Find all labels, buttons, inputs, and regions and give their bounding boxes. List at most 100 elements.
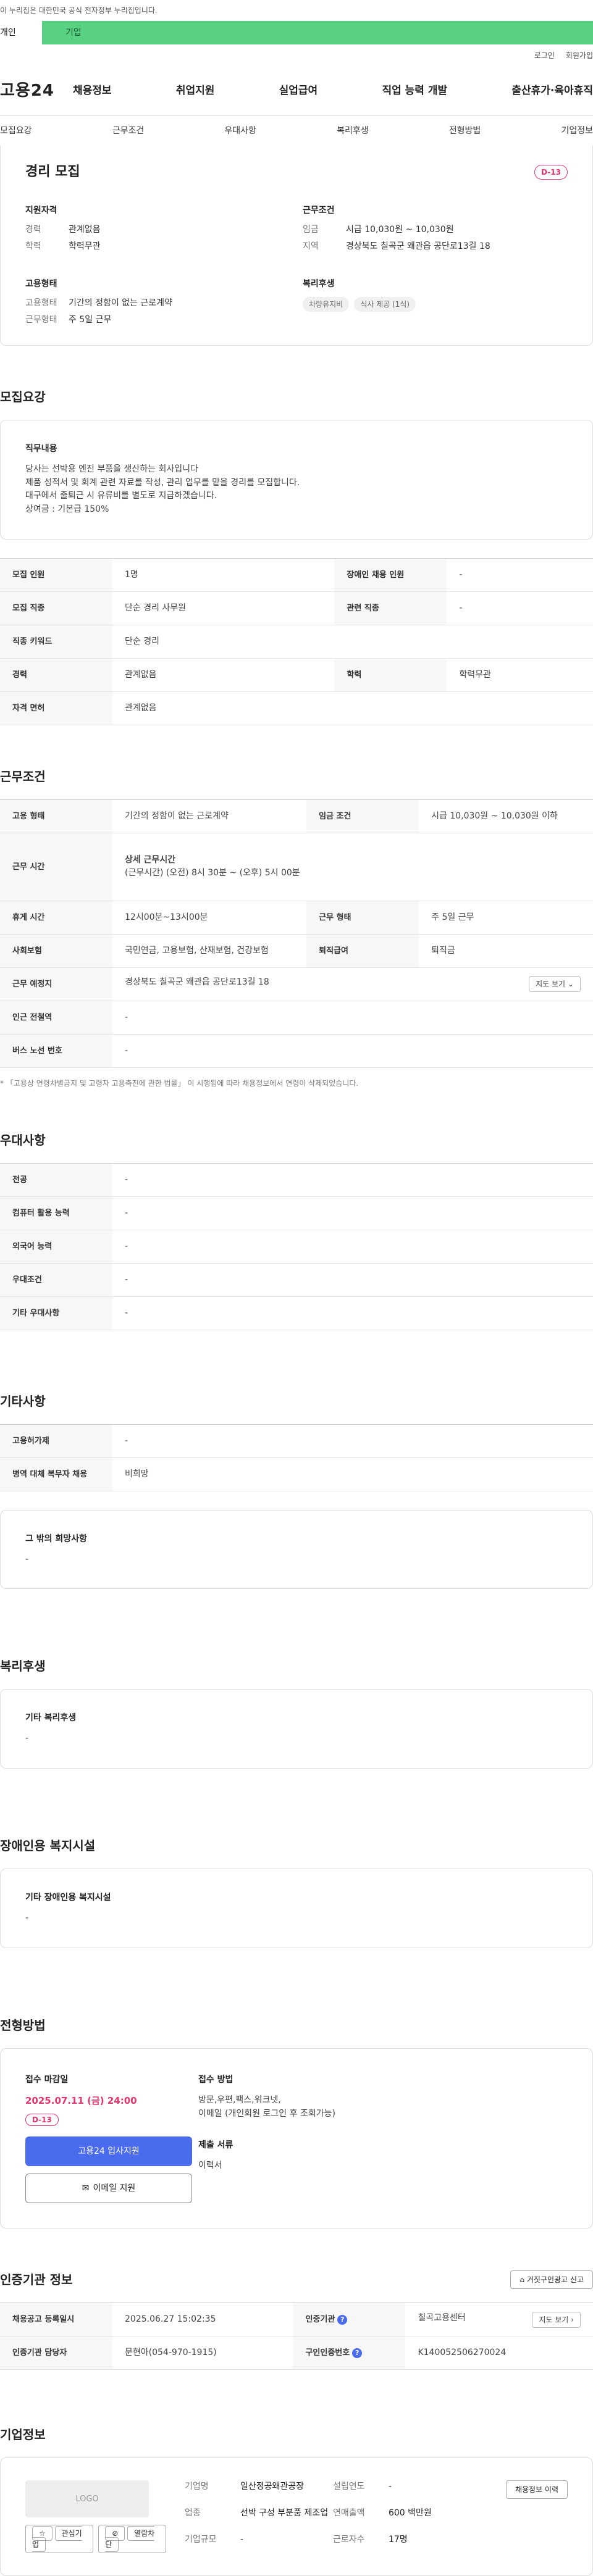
tab-preference[interactable]: 우대사항 [224, 125, 256, 138]
place-value: 경상북도 칠곡군 왜관읍 공단로13길 18 [125, 977, 269, 988]
recruit-history-button[interactable]: 채용정보 이력 [505, 2480, 568, 2499]
wage-value: 시급 10,030원 ~ 10,030원 [346, 225, 454, 235]
block-view-button[interactable]: ⊘ 열람차단 [98, 2525, 166, 2554]
work-table: 고용 형태 기간의 정함이 없는 근로계약 임금 조건 시급 10,030원 ~ 1… [0, 799, 593, 1068]
gnb-parental-leave[interactable]: 출산휴가·육아휴직 [511, 83, 593, 99]
apply-button[interactable]: 고용24 입사지원 [25, 2136, 192, 2167]
cell-label: 학력 [334, 658, 447, 692]
employment-heading: 고용형태 [25, 279, 57, 289]
favorite-company-button[interactable]: ☆ 관심기업 [25, 2525, 94, 2554]
section-title-etc: 기타사항 [0, 1393, 46, 1409]
report-false-ad-button[interactable]: ⌂ 거짓구인광고 신고 [510, 2270, 593, 2290]
emp-type-value: 기간의 정함이 없는 근로계약 [69, 298, 172, 308]
company-logo: LOGO [25, 2480, 149, 2518]
workers-value: 17명 [388, 2534, 408, 2545]
disability-box: 기타 장애인용 복지시설 - [0, 1869, 593, 1948]
top-notice: 이 누리집은 대한민국 공식 전자정부 누리집입니다. [0, 6, 158, 15]
map-button-label: 지도 보기 [539, 2315, 569, 2324]
section-title-recruit: 모집요강 [0, 390, 46, 404]
cell-value: 기간의 정함이 없는 근로계약 [112, 799, 307, 833]
map-button[interactable]: 지도 보기 › [532, 2311, 581, 2328]
table-row: 모집 직종 단순 경리 사무원 관련 직종 - [0, 591, 593, 625]
etc-table: 고용허가제 - 병역 대체 복무자 채용 비희망 [0, 1423, 593, 1491]
table-row: 사회보험 국민연금, 고용보험, 산재보험, 건강보험 퇴직급여 퇴직금 [0, 934, 593, 968]
cell-value: 문현아(054-970-1915) [112, 2336, 293, 2370]
tab-method[interactable]: 전형방법 [449, 125, 481, 138]
cell-value: - [447, 558, 593, 592]
table-row: 병역 대체 복무자 채용 비희망 [0, 1457, 593, 1491]
section-tabs: 모집요강 근무조건 우대사항 복리후생 전형방법 기업정보 [0, 116, 593, 147]
cell-label: 기타 우대사항 [0, 1296, 112, 1330]
tab-company[interactable]: 기업정보 [561, 125, 593, 138]
help-icon[interactable]: ? [352, 2348, 363, 2359]
map-button-label: 지도 보기 [536, 980, 566, 989]
user-type-tabs: 개인 기업 [0, 21, 593, 44]
cell-value: 시급 10,030원 ~ 10,030원 이하 [419, 799, 593, 833]
job-description-text: 당사는 선박용 엔진 부품을 생산하는 회사입니다 제품 성적서 및 회계 관련… [25, 464, 300, 515]
cell-value: 퇴직금 [419, 934, 593, 968]
chevron-right-icon: › [571, 2315, 574, 2324]
cell-label: 모집 인원 [0, 558, 112, 592]
report-label: 거짓구인광고 신고 [526, 2275, 584, 2285]
company-size-label: 기업규모 [184, 2534, 217, 2545]
table-row: 버스 노선 번호 - [0, 1034, 593, 1068]
dday-badge: D-13 [534, 164, 568, 180]
disability-box-text: - [25, 1913, 29, 1924]
utility-menu: 로그인 회원가입 [0, 44, 593, 67]
email-apply-label: 이메일 지원 [93, 2183, 136, 2193]
sales-label: 연매출액 [332, 2507, 365, 2518]
job-description-box: 직무내용 당사는 선박용 엔진 부품을 생산하는 회사입니다 제품 성적서 및 … [0, 420, 593, 540]
signup-link[interactable]: 회원가입 [566, 50, 593, 61]
cell-value: 국민연금, 고용보험, 산재보험, 건강보험 [112, 934, 307, 968]
tab-welfare[interactable]: 복리후생 [337, 125, 369, 138]
house-icon: ⌂ [519, 2275, 525, 2285]
gnb-jobs[interactable]: 채용정보 [73, 83, 112, 99]
industry-label: 업종 [184, 2507, 201, 2518]
map-button[interactable]: 지도 보기 ⌄ [529, 976, 581, 993]
cell-value: 1명 [112, 558, 335, 592]
cell-label: 근무 형태 [306, 901, 419, 935]
table-row: 근무 시간 상세 근무시간 (근무시간) (오전) 8시 30분 ~ (오후) … [0, 833, 593, 901]
table-row: 우대조건 - [0, 1263, 593, 1297]
summary-employment: 고용형태 고용형태 기간의 정함이 없는 근로계약 근무형태 주 5일 근무 [25, 278, 290, 330]
conditions-heading: 근무조건 [303, 206, 335, 215]
table-row: 휴게 시간 12시00분~13시00분 근무 형태 주 5일 근무 [0, 901, 593, 935]
site-logo[interactable]: 고용24 [0, 79, 73, 103]
cell-label: 전공 [0, 1163, 112, 1197]
email-apply-button[interactable]: ✉ 이메일 지원 [25, 2174, 192, 2204]
tab-recruit[interactable]: 모집요강 [0, 125, 32, 138]
company-name-label: 기업명 [184, 2482, 209, 2492]
tab-work[interactable]: 근무조건 [112, 125, 145, 138]
table-row: 근무 예정지 경상북도 칠곡군 왜관읍 공단로13길 18 지도 보기 ⌄ [0, 967, 593, 1001]
gnb-job-training[interactable]: 직업 능력 개발 [382, 83, 447, 99]
career-value: 관계없음 [69, 225, 101, 235]
help-icon[interactable]: ? [337, 2315, 348, 2325]
chevron-down-icon: ⌄ [567, 980, 574, 989]
tab-personal[interactable]: 개인 [0, 21, 42, 44]
gnb-employment-support[interactable]: 취업지원 [176, 83, 215, 99]
docs-heading: 제출 서류 [198, 2140, 233, 2151]
job-title: 경리 모집 [25, 164, 80, 180]
cell-label: 채용공고 등록일시 [0, 2303, 112, 2337]
cell-label: 경력 [0, 658, 112, 692]
tab-enterprise[interactable]: 기업 [42, 21, 593, 44]
cell-value: - [112, 1163, 593, 1197]
agency-label: 인증기관 [305, 2315, 335, 2325]
shift-label: 근무형태 [25, 315, 57, 325]
cell-label: 휴게 시간 [0, 901, 112, 935]
job-description-heading: 직무내용 [25, 444, 57, 454]
login-link[interactable]: 로그인 [534, 50, 555, 61]
cell-label: 고용 형태 [0, 799, 112, 833]
cell-label: 임금 조건 [306, 799, 419, 833]
global-nav: 고용24 채용정보 취업지원 실업급여 직업 능력 개발 출산휴가·육아휴직 [0, 67, 593, 116]
section-title-welfare: 복리후생 [0, 1659, 46, 1674]
cell-value: 관계없음 [112, 658, 335, 692]
industry-value: 선박 구성 부분품 제조업 [240, 2507, 329, 2518]
welfare-chip: 식사 제공 (1식) [354, 297, 416, 312]
dday-badge: D-13 [25, 2114, 59, 2127]
cell-label: 사회보험 [0, 934, 112, 968]
gnb-unemployment-benefit[interactable]: 실업급여 [279, 83, 318, 99]
cell-value: - [112, 1034, 593, 1068]
cell-value: 단순 경리 [112, 625, 593, 659]
table-row: 인근 전철역 - [0, 1001, 593, 1035]
